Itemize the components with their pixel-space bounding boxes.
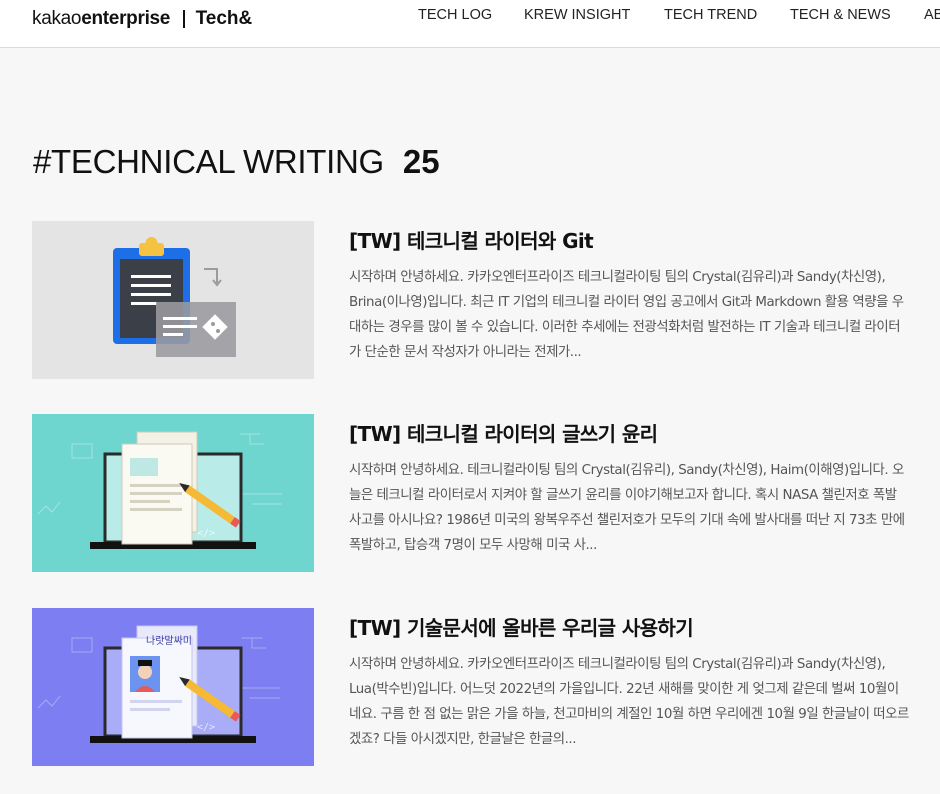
article-excerpt: 시작하며 안녕하세요. 카카오엔터프라이즈 테크니컬라이팅 팀의 Crystal… xyxy=(349,657,909,747)
clipboard-git-illustration xyxy=(32,221,314,379)
article-title[interactable]: [TW] 기술문서에 올바른 우리글 사용하기 xyxy=(349,612,694,641)
article-card[interactable]: </> [TW] 테크니컬 라이터의 글쓰기 윤리 시작하며 안녕하세요. 테크… xyxy=(32,414,912,572)
article-excerpt: 시작하며 안녕하세요. 카카오엔터프라이즈 테크니컬라이팅 팀의 Crystal… xyxy=(349,270,904,360)
laptop-writing-illustration: </> xyxy=(32,414,314,572)
page-title: #TECHNICAL WRITING 25 xyxy=(33,143,440,181)
article-thumbnail[interactable] xyxy=(32,221,314,379)
article-title[interactable]: [TW] 테크니컬 라이터와 Git xyxy=(349,225,594,254)
hangul-document-illustration: </> 나랏말싸미 xyxy=(32,608,314,766)
nav-tech-trend[interactable]: TECH TREND xyxy=(664,7,757,23)
tag-name: #TECHNICAL WRITING xyxy=(33,143,384,180)
nav-tech-log[interactable]: TECH LOG xyxy=(418,7,492,23)
top-navigation-bar: kakaoenterprise Tech& TECH LOG KREW INSI… xyxy=(0,0,940,48)
hangul-label: 나랏말싸미 xyxy=(146,635,192,647)
svg-text:</>: </> xyxy=(197,722,215,733)
article-card[interactable]: </> 나랏말싸미 [TW] 기술문서에 올바른 우리글 사용하기 시작하며 안… xyxy=(32,608,912,766)
nav-about[interactable]: AB xyxy=(924,7,940,23)
post-count: 25 xyxy=(402,143,440,180)
nav-krew-insight[interactable]: KREW INSIGHT xyxy=(524,7,630,23)
svg-text:</>: </> xyxy=(197,528,215,539)
article-card[interactable]: [TW] 테크니컬 라이터와 Git 시작하며 안녕하세요. 카카오엔터프라이즈… xyxy=(32,221,912,379)
article-thumbnail[interactable]: </> xyxy=(32,414,314,572)
nav-tech-and-news[interactable]: TECH & NEWS xyxy=(790,7,891,23)
article-excerpt: 시작하며 안녕하세요. 테크니컬라이팅 팀의 Crystal(김유리), San… xyxy=(349,463,905,553)
main-nav: TECH LOG KREW INSIGHT TECH TREND TECH & … xyxy=(0,0,940,30)
article-title[interactable]: [TW] 테크니컬 라이터의 글쓰기 윤리 xyxy=(349,418,658,447)
article-thumbnail[interactable]: </> 나랏말싸미 xyxy=(32,608,314,766)
